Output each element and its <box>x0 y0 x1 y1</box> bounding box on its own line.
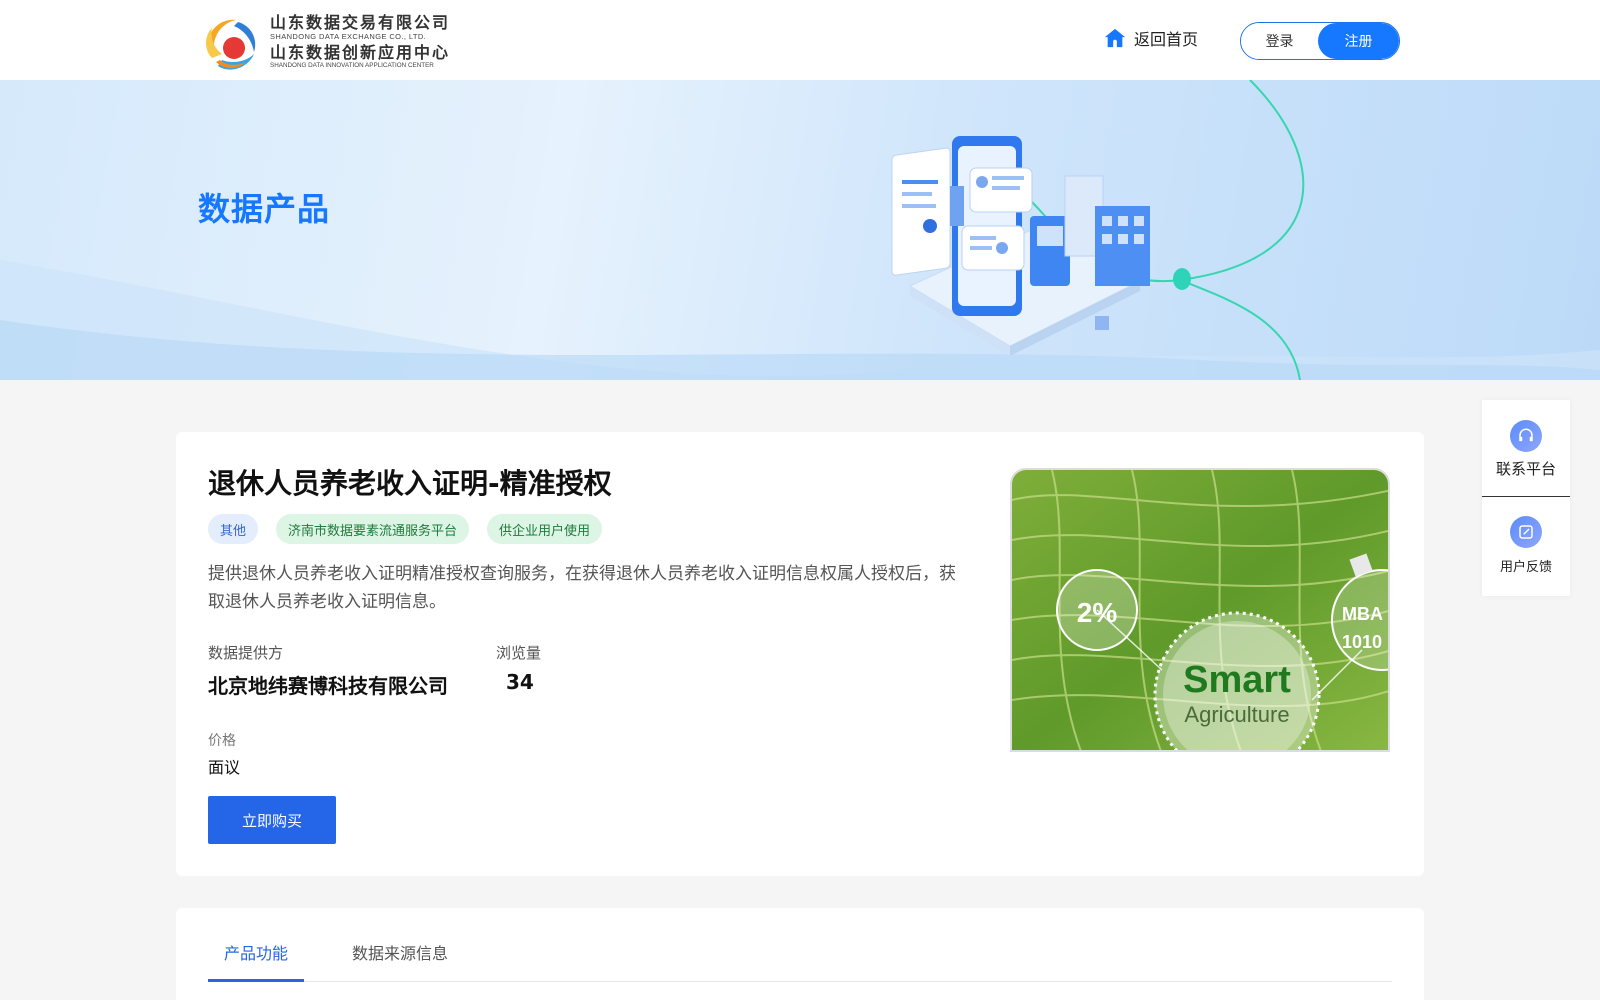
product-title: 退休人员养老收入证明-精准授权 <box>208 467 612 500</box>
image-main-text-2: Agriculture <box>1184 702 1289 727</box>
page-banner: 数据产品 <box>0 80 1600 380</box>
image-main-text-1: Smart <box>1183 659 1291 701</box>
side-float-panel: 联系平台 用户反馈 <box>1482 400 1570 596</box>
home-link[interactable]: 返回首页 <box>1104 26 1198 50</box>
active-tab-indicator <box>208 979 304 982</box>
image-side-text-2: 1010 <box>1342 632 1382 652</box>
logo-text: 山东数据交易有限公司 SHANDONG DATA EXCHANGE CO., L… <box>270 15 450 73</box>
image-badge-text: 2% <box>1077 597 1118 628</box>
banner-illustration <box>891 136 1150 356</box>
logo-name-cn-2: 山东数据创新应用中心 <box>270 42 451 62</box>
headset-icon <box>1510 420 1542 452</box>
logo-name-en-2: SHANDONG DATA INNOVATION APPLICATION CEN… <box>270 61 434 69</box>
tag-platform: 济南市数据要素流通服务平台 <box>276 514 470 544</box>
contact-platform-button[interactable]: 联系平台 <box>1482 420 1570 479</box>
image-side-text-1: MBA <box>1342 604 1383 624</box>
buy-now-button[interactable]: 立即购买 <box>208 796 336 844</box>
home-icon <box>1104 28 1126 48</box>
tag-category: 其他 <box>208 514 259 544</box>
banner-background-wave <box>0 80 1600 380</box>
home-link-label: 返回首页 <box>1134 30 1199 49</box>
edit-icon <box>1510 516 1542 548</box>
user-feedback-label: 用户反馈 <box>1499 560 1552 575</box>
product-tags: 其他 济南市数据要素流通服务平台 供企业用户使用 <box>208 514 620 544</box>
product-image: 2% Smart Agriculture MBA 1010 <box>1010 468 1390 752</box>
side-divider <box>1482 496 1570 497</box>
price-value: 面议 <box>208 758 241 777</box>
banner-title: 数据产品 <box>198 190 331 228</box>
provider-value: 北京地纬赛博科技有限公司 <box>208 674 448 698</box>
views-label: 浏览量 <box>496 644 542 662</box>
contact-platform-label: 联系平台 <box>1495 460 1556 478</box>
login-button[interactable]: 登录 <box>1241 23 1319 59</box>
logo-name-cn-1: 山东数据交易有限公司 <box>270 13 451 33</box>
top-header: 山东数据交易有限公司 SHANDONG DATA EXCHANGE CO., L… <box>0 0 1600 80</box>
product-tabs-card: 产品功能 数据来源信息 <box>176 908 1424 1000</box>
logo-icon <box>198 12 262 76</box>
product-description: 提供退休人员养老收入证明精准授权查询服务，在获得退休人员养老收入证明信息权属人授… <box>208 564 956 612</box>
tag-user-type: 供企业用户使用 <box>487 514 603 544</box>
tab-data-source[interactable]: 数据来源信息 <box>352 940 448 964</box>
views-value: 34 <box>506 670 534 694</box>
logo-name-en-1: SHANDONG DATA EXCHANGE CO., LTD. <box>270 32 427 42</box>
tab-divider-line <box>208 981 1392 982</box>
price-label: 价格 <box>208 733 236 749</box>
auth-buttons: 登录 注册 <box>1240 22 1400 60</box>
product-detail-card: 退休人员养老收入证明-精准授权 其他 济南市数据要素流通服务平台 供企业用户使用… <box>176 432 1424 876</box>
user-feedback-button[interactable]: 用户反馈 <box>1482 516 1570 575</box>
register-button[interactable]: 注册 <box>1318 23 1399 59</box>
provider-label: 数据提供方 <box>208 644 284 662</box>
company-logo[interactable]: 山东数据交易有限公司 SHANDONG DATA EXCHANGE CO., L… <box>198 12 450 76</box>
tab-product-function[interactable]: 产品功能 <box>224 940 288 964</box>
